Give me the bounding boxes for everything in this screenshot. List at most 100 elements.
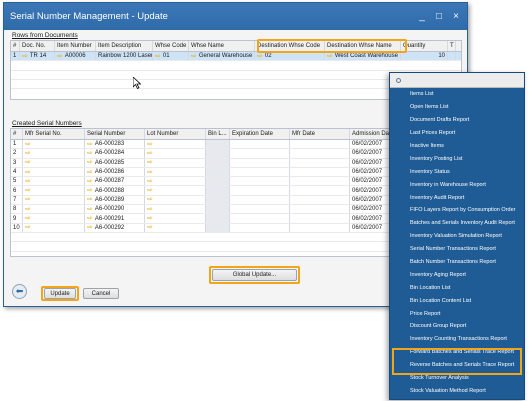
menu-item[interactable]: Batch Number Transactions Report (390, 256, 524, 269)
row-number[interactable]: 2 (11, 149, 23, 158)
expiration-date-cell[interactable] (230, 214, 290, 223)
update-button[interactable]: Update (44, 288, 76, 299)
row-number[interactable]: 5 (11, 177, 23, 186)
expiration-date-cell[interactable] (230, 223, 290, 232)
link-arrow-icon[interactable]: ⇨ (327, 53, 333, 60)
lot-number-cell[interactable]: ⇨ (145, 177, 206, 186)
menu-item[interactable]: Inventory Posting List (390, 152, 524, 165)
lot-number-cell[interactable]: ⇨ (145, 205, 206, 214)
link-arrow-icon[interactable]: ⇨ (25, 178, 31, 185)
serial-number-cell[interactable]: ⇨ A6-000287 (85, 177, 145, 186)
link-arrow-icon[interactable]: ⇨ (25, 224, 31, 231)
mfr-date-cell[interactable] (290, 223, 350, 232)
mfr-serial-cell[interactable]: ⇨ (23, 177, 85, 186)
lot-number-cell[interactable]: ⇨ (145, 186, 206, 195)
serial-number-cell[interactable]: ⇨ A6-000289 (85, 195, 145, 205)
menu-item[interactable]: FIFO Layers Report by Consumption Order (390, 204, 524, 217)
menu-item[interactable]: Document Drafts Report (390, 114, 524, 127)
bin-location-cell[interactable] (206, 186, 230, 195)
expiration-date-cell[interactable] (230, 177, 290, 186)
link-arrow-icon[interactable]: ⇨ (147, 187, 153, 194)
link-arrow-icon[interactable]: ⇨ (147, 169, 153, 176)
link-arrow-icon[interactable]: ⇨ (147, 215, 153, 222)
menu-item[interactable]: Serial Number Transactions Report (390, 243, 524, 256)
link-arrow-icon[interactable]: ⇨ (25, 187, 31, 194)
expiration-date-cell[interactable] (230, 195, 290, 205)
lot-number-cell[interactable]: ⇨ (145, 223, 206, 232)
mfr-date-cell[interactable] (290, 186, 350, 195)
serial-number-cell[interactable]: ⇨ A6-000292 (85, 223, 145, 232)
mfr-date-cell[interactable] (290, 140, 350, 149)
close-icon[interactable]: × (451, 11, 461, 22)
bin-location-cell[interactable] (206, 195, 230, 205)
menu-item[interactable]: Last Prices Report (390, 127, 524, 140)
bin-location-cell[interactable] (206, 214, 230, 223)
bin-location-cell[interactable] (206, 167, 230, 177)
link-arrow-icon[interactable]: ⇨ (57, 53, 63, 60)
serial-number-cell[interactable]: ⇨ A6-000290 (85, 205, 145, 214)
link-arrow-icon[interactable]: ⇨ (147, 159, 153, 166)
link-arrow-icon[interactable]: ⇨ (147, 196, 153, 203)
link-arrow-icon[interactable]: ⇨ (25, 159, 31, 166)
row-number[interactable]: 4 (11, 167, 23, 177)
menu-item[interactable]: Discount Group Report (390, 320, 524, 333)
row-number[interactable]: 8 (11, 205, 23, 214)
mfr-date-cell[interactable] (290, 177, 350, 186)
menu-item[interactable]: Inventory in Warehouse Report (390, 178, 524, 191)
link-arrow-icon[interactable]: ⇨ (87, 150, 93, 157)
row-number[interactable]: 3 (11, 158, 23, 167)
lot-number-cell[interactable]: ⇨ (145, 158, 206, 167)
row-number[interactable]: 1 (11, 140, 23, 149)
link-arrow-icon[interactable]: ⇨ (87, 141, 93, 148)
link-arrow-icon[interactable]: ⇨ (25, 206, 31, 213)
menu-item[interactable]: Bin Location List (390, 281, 524, 294)
serial-number-cell[interactable]: ⇨ A6-000291 (85, 214, 145, 223)
link-arrow-icon[interactable]: ⇨ (147, 224, 153, 231)
serial-number-cell[interactable]: ⇨ A6-000283 (85, 140, 145, 149)
menu-item[interactable]: Inventory Aging Report (390, 268, 524, 281)
menu-item[interactable]: Price Report (390, 307, 524, 320)
table-row[interactable]: 1 ⇨ TR 14 ⇨ A00006 Rainbow 1200 Laser ⇨ 01 … (11, 52, 461, 62)
mfr-serial-cell[interactable]: ⇨ (23, 186, 85, 195)
link-arrow-icon[interactable]: ⇨ (87, 206, 93, 213)
bin-location-cell[interactable] (206, 177, 230, 186)
expiration-date-cell[interactable] (230, 158, 290, 167)
mfr-serial-cell[interactable]: ⇨ (23, 205, 85, 214)
mfr-date-cell[interactable] (290, 195, 350, 205)
link-arrow-icon[interactable]: ⇨ (87, 224, 93, 231)
link-arrow-icon[interactable]: ⇨ (87, 187, 93, 194)
mfr-date-cell[interactable] (290, 205, 350, 214)
serial-number-cell[interactable]: ⇨ A6-000288 (85, 186, 145, 195)
row-number[interactable]: 10 (11, 223, 23, 232)
menu-item[interactable]: Stock Valuation Method Report (390, 384, 524, 397)
expiration-date-cell[interactable] (230, 149, 290, 158)
link-arrow-icon[interactable]: ⇨ (25, 196, 31, 203)
link-arrow-icon[interactable]: ⇨ (147, 206, 153, 213)
link-arrow-icon[interactable]: ⇨ (25, 150, 31, 157)
expiration-date-cell[interactable] (230, 205, 290, 214)
mfr-serial-cell[interactable]: ⇨ (23, 167, 85, 177)
link-arrow-icon[interactable]: ⇨ (87, 178, 93, 185)
lot-number-cell[interactable]: ⇨ (145, 149, 206, 158)
maximize-icon[interactable]: □ (434, 11, 444, 22)
back-arrow-icon[interactable]: ⬅ (12, 284, 27, 299)
row-number[interactable]: 9 (11, 214, 23, 223)
menu-item[interactable]: Inventory Valuation Simulation Report (390, 230, 524, 243)
lot-number-cell[interactable]: ⇨ (145, 214, 206, 223)
table-row[interactable] (11, 61, 461, 71)
bin-location-cell[interactable] (206, 149, 230, 158)
mfr-date-cell[interactable] (290, 167, 350, 177)
serial-number-cell[interactable]: ⇨ A6-000286 (85, 167, 145, 177)
mfr-date-cell[interactable] (290, 214, 350, 223)
link-arrow-icon[interactable]: ⇨ (87, 159, 93, 166)
link-arrow-icon[interactable]: ⇨ (87, 215, 93, 222)
minimize-icon[interactable]: _ (417, 11, 427, 22)
serial-number-cell[interactable]: ⇨ A6-000285 (85, 158, 145, 167)
bin-location-cell[interactable] (206, 205, 230, 214)
menu-item[interactable]: Inventory Counting Transactions Report (390, 333, 524, 346)
expiration-date-cell[interactable] (230, 167, 290, 177)
expiration-date-cell[interactable] (230, 140, 290, 149)
menu-item[interactable]: Inventory Audit Report (390, 191, 524, 204)
bin-location-cell[interactable] (206, 140, 230, 149)
mfr-serial-cell[interactable]: ⇨ (23, 140, 85, 149)
